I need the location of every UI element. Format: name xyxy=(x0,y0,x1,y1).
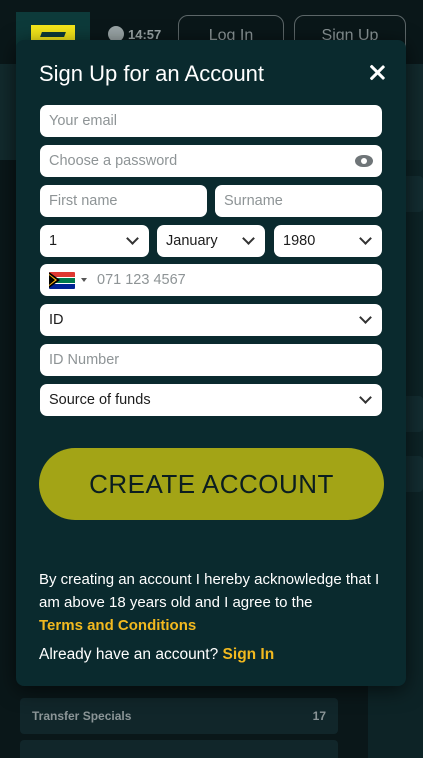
signup-modal: Sign Up for an Account 1 January 1980 ID xyxy=(16,40,406,686)
phone-input[interactable] xyxy=(97,272,373,288)
signin-prompt: Already have an account? Sign In xyxy=(39,646,274,664)
email-field[interactable] xyxy=(40,105,382,137)
id-type-select[interactable]: ID xyxy=(40,304,382,336)
dob-month-select[interactable]: January xyxy=(157,225,265,257)
first-name-field[interactable] xyxy=(40,185,207,217)
source-of-funds-select[interactable]: Source of funds xyxy=(40,384,382,416)
password-field[interactable] xyxy=(40,145,382,177)
dob-day-select[interactable]: 1 xyxy=(40,225,149,257)
already-text: Already have an account? xyxy=(39,646,219,663)
chevron-down-icon xyxy=(242,232,255,245)
terms-link[interactable]: Terms and Conditions xyxy=(39,617,196,634)
id-number-field[interactable] xyxy=(40,344,382,376)
terms-notice: By creating an account I hereby acknowle… xyxy=(39,568,384,637)
phone-field[interactable] xyxy=(40,264,382,296)
surname-input[interactable] xyxy=(224,193,373,209)
dob-year-value: 1980 xyxy=(283,233,316,249)
dob-day-value: 1 xyxy=(49,233,58,249)
close-icon[interactable] xyxy=(366,62,388,84)
country-dropdown-icon[interactable] xyxy=(81,278,87,282)
password-input[interactable] xyxy=(49,153,355,169)
chevron-down-icon xyxy=(359,232,372,245)
modal-title: Sign Up for an Account xyxy=(39,61,265,86)
dob-year-select[interactable]: 1980 xyxy=(274,225,382,257)
create-account-button[interactable]: CREATE ACCOUNT xyxy=(39,448,384,520)
list-item-label: Transfer Specials xyxy=(32,709,132,723)
surname-field[interactable] xyxy=(215,185,382,217)
first-name-input[interactable] xyxy=(49,193,198,209)
sign-in-link[interactable]: Sign In xyxy=(223,646,275,663)
south-africa-flag-icon[interactable] xyxy=(49,271,75,289)
id-number-input[interactable] xyxy=(49,352,373,368)
chevron-down-icon xyxy=(359,391,372,404)
list-item-count: 17 xyxy=(312,709,326,723)
chevron-down-icon xyxy=(359,311,372,324)
list-item[interactable]: Transfer Specials 17 xyxy=(20,698,338,734)
source-of-funds-value: Source of funds xyxy=(49,392,151,408)
email-input[interactable] xyxy=(49,113,373,129)
dob-month-value: January xyxy=(166,233,218,249)
list-item[interactable] xyxy=(20,740,338,758)
show-password-eye-icon[interactable] xyxy=(355,155,373,167)
chevron-down-icon xyxy=(126,232,139,245)
terms-prefix: By creating an account I hereby acknowle… xyxy=(39,571,380,611)
id-type-value: ID xyxy=(49,312,64,328)
